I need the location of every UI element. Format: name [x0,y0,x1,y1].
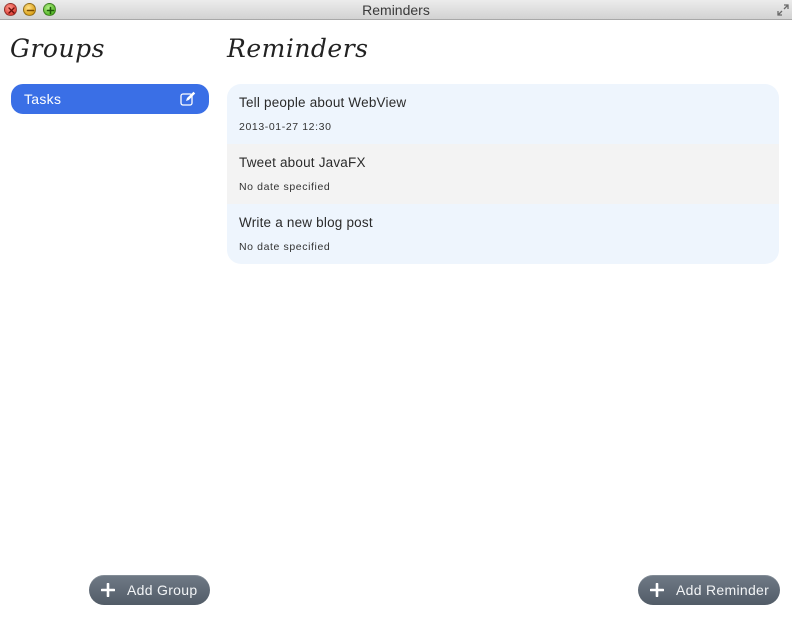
reminder-item[interactable]: Write a new blog post No date specified [227,204,779,264]
plus-icon [650,583,664,597]
add-reminder-label: Add Reminder [676,582,770,598]
add-reminder-button[interactable]: Add Reminder [638,575,780,605]
window-title: Reminders [362,2,430,18]
groups-heading: Groups [10,34,105,63]
group-label: Tasks [24,91,62,107]
plus-icon [101,583,115,597]
reminder-title: Write a new blog post [239,215,373,230]
add-group-button[interactable]: Add Group [89,575,210,605]
reminders-heading: Reminders [227,34,369,63]
title-bar[interactable]: Reminders [0,0,792,20]
app-window: Reminders Groups Tasks Add Group Reminde… [0,0,792,618]
fullscreen-icon[interactable] [776,3,790,17]
reminder-item[interactable]: Tell people about WebView 2013-01-27 12:… [227,84,779,144]
reminder-title: Tweet about JavaFX [239,155,366,170]
reminder-title: Tell people about WebView [239,95,407,110]
reminders-list: Tell people about WebView 2013-01-27 12:… [227,84,779,264]
edit-icon[interactable] [180,91,196,106]
reminder-date: No date specified [239,181,331,193]
reminder-date: 2013-01-27 12:30 [239,121,332,133]
reminder-date: No date specified [239,241,331,253]
reminder-item[interactable]: Tweet about JavaFX No date specified [227,144,779,204]
group-item-tasks[interactable]: Tasks [11,84,209,114]
add-group-label: Add Group [127,582,198,598]
